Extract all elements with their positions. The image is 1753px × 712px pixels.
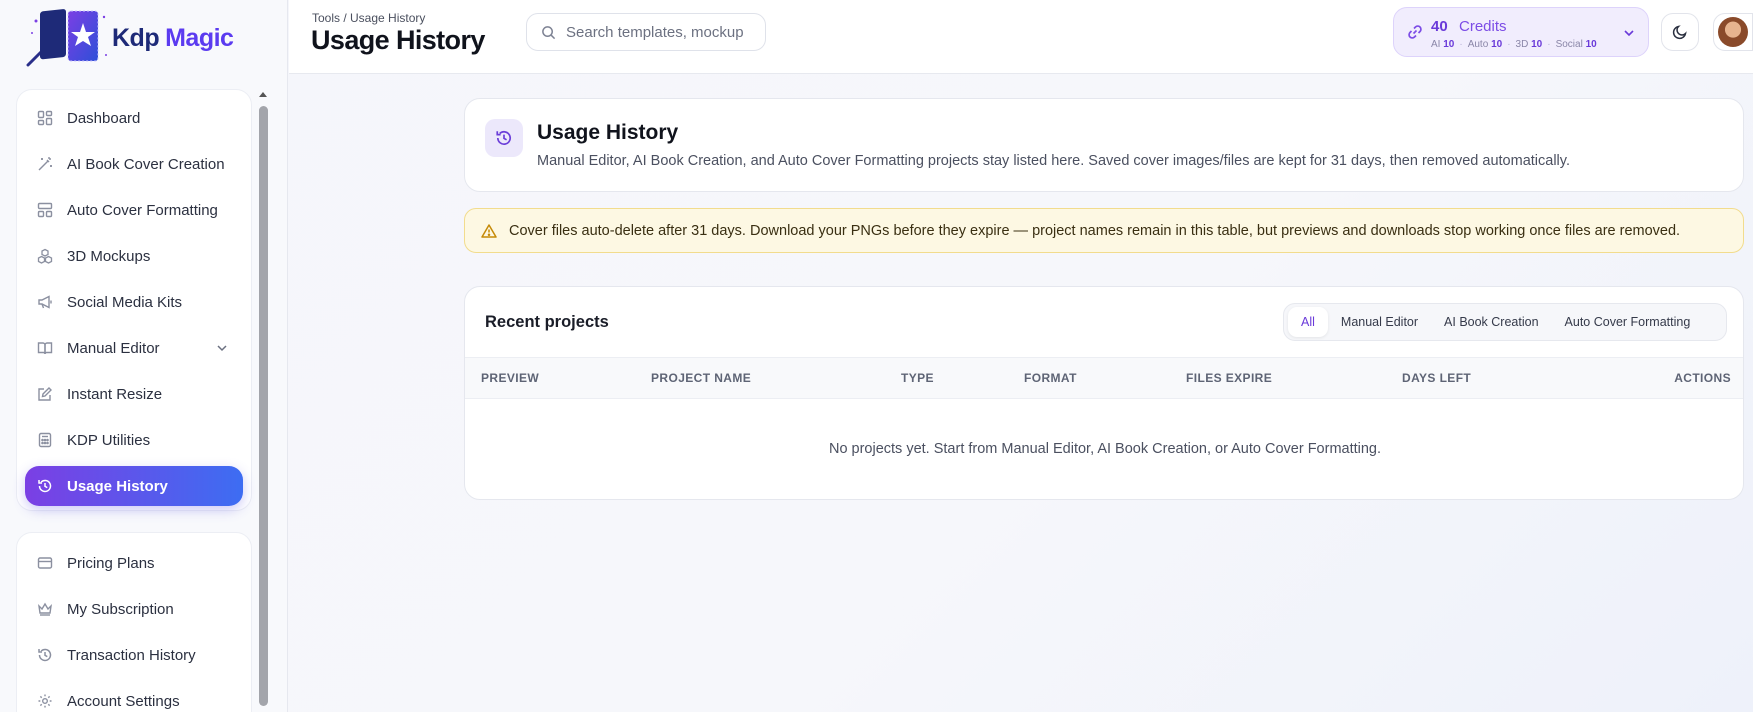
sidebar-item-social-media-kits[interactable]: Social Media Kits (25, 282, 243, 322)
empty-state-message: No projects yet. Start from Manual Edito… (828, 441, 1382, 457)
megaphone-icon (37, 294, 53, 310)
column-header-preview: PREVIEW (481, 371, 540, 385)
sidebar-item-label: Transaction History (67, 646, 196, 664)
page-title: Usage History (311, 25, 485, 55)
sidebar-item-label: Manual Editor (67, 339, 160, 357)
boxes-icon (37, 248, 53, 264)
credits-dropdown[interactable]: 40 Credits AI 10 · Auto 10 · 3D 10 · Social 10 (1393, 7, 1649, 57)
column-header-project-name: PROJECT NAME (651, 371, 752, 385)
expiry-warning-banner: Cover files auto-delete after 31 days. D… (464, 208, 1744, 253)
sidebar-item-label: AI Book Cover Creation (67, 155, 225, 173)
credit-ai-label: AI (1431, 39, 1441, 50)
avatar-image (1718, 17, 1748, 47)
sidebar-item-usage-history[interactable]: Usage History (25, 466, 243, 506)
link-icon (1408, 25, 1422, 39)
credit-social-value: 10 (1585, 39, 1597, 50)
breadcrumb[interactable]: Tools / Usage History (312, 11, 425, 25)
credit-social-label: Social (1555, 39, 1583, 50)
sidebar-item-label: Pricing Plans (67, 554, 155, 572)
crown-icon (37, 601, 53, 617)
book-open-icon (37, 340, 53, 356)
credits-breakdown: AI 10 · Auto 10 · 3D 10 · Social 10 (1431, 39, 1597, 50)
sidebar: Kdp Magic Dashboard AI Book Cover Creatio… (0, 0, 288, 712)
moon-icon (1672, 25, 1687, 40)
history-icon (37, 478, 53, 494)
sidebar-item-instant-resize[interactable]: Instant Resize (25, 374, 243, 414)
chevron-down-icon[interactable] (215, 341, 229, 355)
warning-text: Cover files auto-delete after 31 days. D… (509, 222, 1681, 239)
sidebar-item-my-subscription[interactable]: My Subscription (25, 589, 243, 629)
brand-logo[interactable]: Kdp Magic (26, 8, 234, 68)
info-title: Usage History (537, 121, 679, 144)
credit-3d-label: 3D (1515, 39, 1529, 50)
credits-label: Credits (1459, 18, 1507, 35)
filter-tab-all[interactable]: All (1288, 307, 1328, 337)
column-header-format: FORMAT (1024, 371, 1077, 385)
credit-auto-label: Auto (1467, 39, 1489, 50)
info-description: Manual Editor, AI Book Creation, and Aut… (537, 153, 1570, 169)
sidebar-item-label: Account Settings (67, 692, 180, 710)
project-type-filter: All Manual Editor AI Book Creation Auto … (1283, 303, 1727, 341)
layout-icon (37, 202, 53, 218)
sidebar-item-label: Instant Resize (67, 385, 163, 403)
history-icon (485, 119, 523, 157)
search-icon (542, 25, 556, 39)
filter-tab-ai-book-creation[interactable]: AI Book Creation (1431, 307, 1552, 337)
sidebar-item-account-settings[interactable]: Account Settings (25, 681, 243, 712)
dashboard-icon (37, 110, 53, 126)
usage-history-info-card: Usage History Manual Editor, AI Book Cre… (464, 98, 1744, 192)
credit-3d-value: 10 (1531, 39, 1543, 50)
filter-tab-auto-cover-formatting[interactable]: Auto Cover Formatting (1552, 307, 1704, 337)
recent-projects-heading: Recent projects (485, 313, 609, 331)
calculator-icon (37, 432, 53, 448)
credit-ai-value: 10 (1443, 39, 1455, 50)
column-header-days-left: DAYS LEFT (1402, 371, 1472, 385)
filter-tab-manual-editor[interactable]: Manual Editor (1328, 307, 1431, 337)
credit-card-icon (37, 555, 53, 571)
avatar[interactable] (1713, 13, 1753, 51)
sidebar-item-label: Auto Cover Formatting (67, 201, 218, 219)
search-input[interactable] (566, 23, 756, 41)
column-header-files-expire: FILES EXPIRE (1186, 371, 1273, 385)
column-header-type: TYPE (901, 371, 934, 385)
sidebar-item-label: Dashboard (67, 109, 141, 127)
sidebar-item-kdp-utilities[interactable]: KDP Utilities (25, 420, 243, 460)
sidebar-item-label: Usage History (67, 477, 168, 495)
chevron-down-icon (1624, 30, 1634, 37)
main-nav: Dashboard AI Book Cover Creation Auto Co… (16, 89, 252, 511)
sidebar-item-auto-cover-formatting[interactable]: Auto Cover Formatting (25, 190, 243, 230)
top-header: Tools / Usage History Usage History 40 C… (289, 0, 1753, 74)
sidebar-item-3d-mockups[interactable]: 3D Mockups (25, 236, 243, 276)
sidebar-item-label: 3D Mockups (67, 247, 151, 265)
credits-count: 40 (1431, 18, 1448, 35)
table-header: PREVIEW PROJECT NAME TYPE FORMAT FILES E… (465, 357, 1743, 399)
column-header-actions: ACTIONS (1674, 371, 1731, 385)
sidebar-item-label: KDP Utilities (67, 431, 151, 449)
scroll-up-arrow-icon[interactable] (258, 90, 268, 100)
resize-icon (37, 386, 53, 402)
theme-toggle-button[interactable] (1661, 13, 1699, 51)
sidebar-item-ai-book-cover-creation[interactable]: AI Book Cover Creation (25, 144, 243, 184)
magic-wand-icon (37, 156, 53, 172)
brand-name: Kdp Magic (112, 23, 234, 53)
sidebar-item-label: Social Media Kits (67, 293, 183, 311)
sidebar-item-dashboard[interactable]: Dashboard (25, 98, 243, 138)
warning-triangle-icon (481, 223, 497, 238)
sidebar-scrollbar[interactable] (258, 90, 268, 712)
history-icon (37, 647, 53, 663)
scrollbar-thumb[interactable] (259, 106, 268, 706)
brand-word-1: Kdp (112, 23, 160, 52)
recent-projects-card: Recent projects All Manual Editor AI Boo… (464, 286, 1744, 500)
sidebar-item-pricing-plans[interactable]: Pricing Plans (25, 543, 243, 583)
sidebar-item-transaction-history[interactable]: Transaction History (25, 635, 243, 675)
credit-auto-value: 10 (1491, 39, 1503, 50)
search-box[interactable] (526, 13, 766, 51)
sidebar-item-label: My Subscription (67, 600, 174, 618)
sidebar-item-manual-editor[interactable]: Manual Editor (25, 328, 243, 368)
gear-icon (37, 693, 53, 709)
logo-book-icon (26, 9, 107, 67)
brand-word-2: Magic (165, 23, 234, 52)
account-nav: Pricing Plans My Subscription Transactio… (16, 532, 252, 712)
